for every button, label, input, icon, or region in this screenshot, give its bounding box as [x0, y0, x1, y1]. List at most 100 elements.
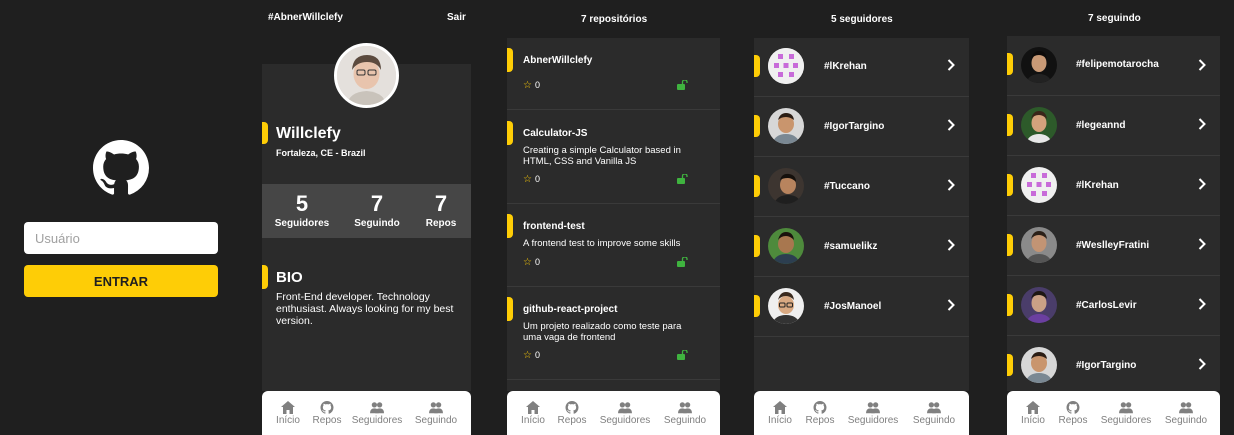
- chevron-right-icon: [947, 119, 955, 131]
- nav-following[interactable]: Seguindo: [406, 401, 466, 426]
- follower-avatar: [768, 48, 804, 84]
- name-accent-bar: [262, 122, 268, 144]
- following-row[interactable]: #lKrehan: [1007, 156, 1220, 216]
- nav-home-label: Início: [1021, 415, 1045, 426]
- nav-followers[interactable]: Seguidores: [347, 401, 407, 426]
- following-avatar: [1021, 107, 1057, 143]
- bottom-nav-following: Início Repos Seguidores Seguindo: [1007, 391, 1220, 435]
- row-accent-bar: [1007, 174, 1013, 196]
- bottom-nav-profile: Início Repos Seguidores Seguindo: [262, 391, 471, 435]
- profile-name: Willclefy: [276, 125, 341, 142]
- row-accent-bar: [754, 175, 760, 197]
- unlock-icon: [677, 80, 688, 90]
- repo-name: Calculator-JS: [523, 128, 588, 139]
- bio-title: BIO: [276, 269, 303, 286]
- stat-repos[interactable]: 7 Repos: [406, 191, 476, 230]
- stat-following[interactable]: 7 Seguindo: [342, 191, 412, 230]
- following-avatar: [1021, 347, 1057, 383]
- stat-followers-value: 5: [295, 191, 309, 216]
- repo-description: Um projeto realizado como teste para uma…: [523, 321, 682, 343]
- nav-repos[interactable]: Repos: [1043, 401, 1103, 426]
- nav-repos-label: Repos: [805, 415, 835, 426]
- home-icon: [526, 401, 540, 414]
- unlock-icon: [677, 174, 688, 184]
- repo-description: A frontend test to improve some skills: [523, 238, 681, 249]
- repo-item[interactable]: frontend-test A frontend test to improve…: [507, 204, 720, 287]
- bio-accent-bar: [262, 265, 268, 289]
- repo-item[interactable]: AbnerWillclefy ☆ 0: [507, 38, 720, 110]
- stat-repos-value: 7: [434, 191, 448, 216]
- nav-followers-label: Seguidores: [1100, 415, 1152, 426]
- following-login: #IgorTargino: [1076, 360, 1137, 371]
- followers-header: 5 seguidores: [831, 14, 893, 25]
- row-accent-bar: [754, 235, 760, 257]
- stat-following-value: 7: [370, 191, 384, 216]
- follower-avatar: [768, 228, 804, 264]
- nav-followers[interactable]: Seguidores: [595, 401, 655, 426]
- home-icon: [1026, 401, 1040, 414]
- chevron-right-icon: [1198, 238, 1206, 250]
- nav-repos[interactable]: Repos: [790, 401, 850, 426]
- follower-row[interactable]: #JosManoel: [754, 277, 969, 337]
- username-input[interactable]: [24, 222, 218, 254]
- profile-username-header: #AbnerWillclefy: [268, 12, 343, 23]
- repo-accent-bar: [507, 48, 513, 72]
- repo-accent-bar: [507, 297, 513, 321]
- follower-avatar: [768, 288, 804, 324]
- nav-following-label: Seguindo: [912, 415, 956, 426]
- follower-row[interactable]: #Tuccano: [754, 157, 969, 217]
- login-submit-button[interactable]: ENTRAR: [24, 265, 218, 297]
- nav-following[interactable]: Seguindo: [904, 401, 964, 426]
- following-login: #CarlosLevir: [1076, 300, 1137, 311]
- follower-avatar: [768, 168, 804, 204]
- row-accent-bar: [1007, 234, 1013, 256]
- following-login: #WeslleyFratini: [1076, 240, 1150, 251]
- follower-row[interactable]: #samuelikz: [754, 217, 969, 277]
- chevron-right-icon: [947, 299, 955, 311]
- repo-stars-count: 0: [534, 350, 540, 360]
- github-icon: [1066, 401, 1080, 414]
- repo-item[interactable]: Calculator-JS Creating a simple Calculat…: [507, 110, 720, 204]
- nav-followers-label: Seguidores: [599, 415, 651, 426]
- following-row[interactable]: #IgorTargino: [1007, 336, 1220, 396]
- github-icon: [320, 401, 334, 414]
- stat-followers[interactable]: 5 Seguidores: [267, 191, 337, 230]
- chevron-right-icon: [1198, 118, 1206, 130]
- nav-following[interactable]: Seguindo: [655, 401, 715, 426]
- row-accent-bar: [1007, 53, 1013, 75]
- row-accent-bar: [754, 115, 760, 137]
- nav-following[interactable]: Seguindo: [1156, 401, 1216, 426]
- bio-text: Front-End developer. Technology enthusia…: [276, 291, 454, 327]
- repo-description: Creating a simple Calculator based in HT…: [523, 145, 681, 167]
- row-accent-bar: [1007, 354, 1013, 376]
- nav-following-label: Seguindo: [1164, 415, 1208, 426]
- following-row[interactable]: #CarlosLevir: [1007, 276, 1220, 336]
- chevron-right-icon: [1198, 298, 1206, 310]
- following-row[interactable]: #WeslleyFratini: [1007, 216, 1220, 276]
- follower-row[interactable]: #IgorTargino: [754, 97, 969, 157]
- repo-name: frontend-test: [523, 221, 585, 232]
- following-row[interactable]: #legeannd: [1007, 96, 1220, 156]
- users-icon: [1179, 402, 1193, 414]
- nav-followers[interactable]: Seguidores: [843, 401, 903, 426]
- follower-row[interactable]: #lKrehan: [754, 37, 969, 97]
- nav-followers[interactable]: Seguidores: [1096, 401, 1156, 426]
- chevron-right-icon: [947, 179, 955, 191]
- repo-stars: ☆ 0: [523, 174, 540, 185]
- following-avatar: [1021, 287, 1057, 323]
- chevron-right-icon: [1198, 178, 1206, 190]
- star-icon: ☆: [523, 174, 532, 185]
- following-row[interactable]: #felipemotarocha: [1007, 36, 1220, 96]
- users-icon: [678, 402, 692, 414]
- github-icon: [813, 401, 827, 414]
- logout-link[interactable]: Sair: [447, 12, 466, 23]
- star-icon: ☆: [523, 350, 532, 361]
- chevron-right-icon: [947, 239, 955, 251]
- repo-accent-bar: [507, 121, 513, 145]
- repo-item[interactable]: github-react-project Um projeto realizad…: [507, 287, 720, 380]
- nav-following-label: Seguindo: [663, 415, 707, 426]
- row-accent-bar: [754, 55, 760, 77]
- star-icon: ☆: [523, 257, 532, 268]
- nav-repos[interactable]: Repos: [542, 401, 602, 426]
- repo-stars-count: 0: [534, 80, 540, 90]
